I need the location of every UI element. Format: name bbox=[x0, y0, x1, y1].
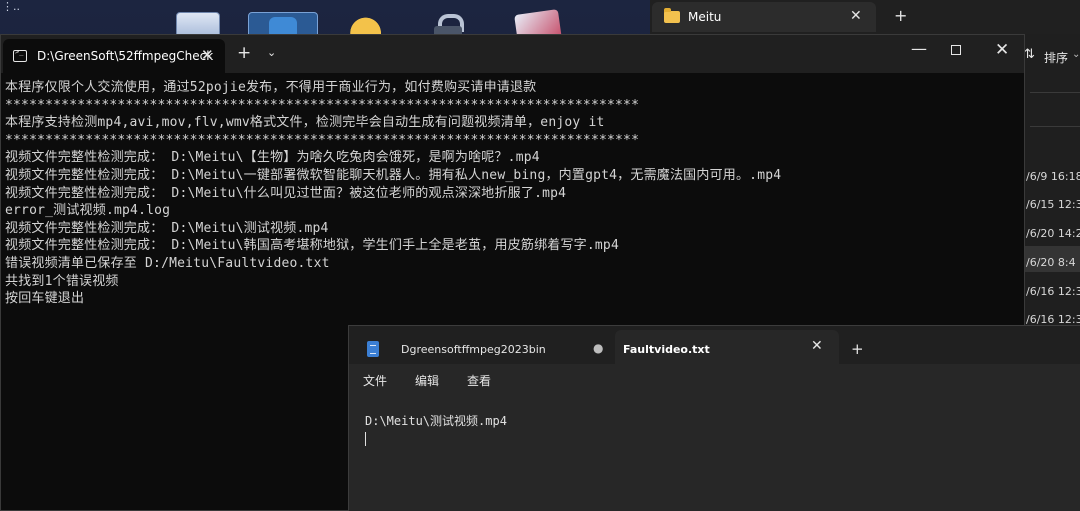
explorer-titlebar: Meitu ✕ + bbox=[650, 0, 1080, 34]
explorer-tab-close-button[interactable]: ✕ bbox=[850, 8, 862, 24]
terminal-line: 本程序支持检测mp4,avi,mov,flv,wmv格式文件，检测完毕会自动生成… bbox=[5, 115, 605, 131]
notepad-window: Dgreensoftffmpeg2023bin ● Faultvideo.txt… bbox=[348, 325, 1080, 511]
sort-chevron-down-icon[interactable]: ⌄ bbox=[1072, 49, 1080, 60]
terminal-line: 共找到1个错误视频 bbox=[5, 273, 119, 289]
explorer-tab-meitu[interactable]: Meitu ✕ bbox=[652, 2, 876, 32]
terminal-line: 本程序仅限个人交流使用，通过52pojie发布，不得用于商业行为，如付费购买请申… bbox=[5, 80, 537, 95]
terminal-line: ****************************************… bbox=[5, 132, 640, 148]
file-date: /6/20 8:4 bbox=[1026, 256, 1076, 269]
unsaved-dot-icon: ● bbox=[593, 341, 604, 355]
terminal-new-tab-button[interactable]: + bbox=[237, 43, 251, 63]
file-date: /6/20 14:2 bbox=[1026, 227, 1080, 240]
terminal-output[interactable]: 本程序仅限个人交流使用，通过52pojie发布，不得用于商业行为，如付费购买请申… bbox=[5, 79, 1023, 308]
notepad-tab-close-button[interactable]: ✕ bbox=[811, 338, 823, 354]
desktop-corner-text: ⋮.. bbox=[2, 0, 20, 13]
terminal-line: 视频文件完整性检测完成： D:\Meitu\测试视频.mp4 bbox=[5, 220, 329, 236]
file-date: /6/15 12:3 bbox=[1026, 198, 1080, 211]
explorer-new-tab-button[interactable]: + bbox=[894, 6, 907, 25]
explorer-divider bbox=[1030, 126, 1080, 127]
notepad-document-icon bbox=[367, 341, 379, 357]
sort-icon[interactable]: ⇅ bbox=[1024, 47, 1035, 62]
maximize-button[interactable] bbox=[951, 45, 961, 55]
explorer-divider bbox=[1030, 92, 1080, 93]
terminal-line: 视频文件完整性检测完成： D:\Meitu\【生物】为啥久吃兔肉会饿死，是啊为啥… bbox=[5, 150, 540, 166]
notepad-tab-faultvideo[interactable]: Faultvideo.txt ✕ bbox=[615, 330, 839, 364]
notepad-titlebar: Dgreensoftffmpeg2023bin ● Faultvideo.txt… bbox=[349, 326, 1080, 364]
terminal-tab-label: D:\GreenSoft\52ffmpegCheck bbox=[37, 49, 214, 63]
close-window-button[interactable]: ✕ bbox=[995, 40, 1009, 60]
terminal-tab[interactable]: D:\GreenSoft\52ffmpegCheck ✕ bbox=[3, 39, 225, 73]
sort-button[interactable]: 排序 bbox=[1044, 49, 1068, 66]
terminal-line: 视频文件完整性检测完成： D:\Meitu\一键部署微软智能聊天机器人。拥有私人… bbox=[5, 167, 782, 183]
notepad-tab-label: Dgreensoftffmpeg2023bin bbox=[401, 343, 546, 356]
terminal-icon bbox=[13, 48, 27, 62]
chevron-down-icon[interactable]: ⌄ bbox=[267, 46, 276, 59]
notepad-editor[interactable]: D:\Meitu\测试视频.mp4 bbox=[349, 394, 1080, 511]
file-date: /6/16 12:3 bbox=[1026, 285, 1080, 298]
terminal-tab-close-button[interactable]: ✕ bbox=[201, 46, 214, 64]
explorer-tab-label: Meitu bbox=[688, 10, 722, 24]
terminal-line: error_测试视频.mp4.log bbox=[5, 203, 171, 219]
terminal-line: ****************************************… bbox=[5, 97, 640, 113]
terminal-line: 视频文件完整性检测完成： D:\Meitu\什么叫见过世面？被这位老师的观点深深… bbox=[5, 185, 567, 201]
file-date: /6/9 16:18 bbox=[1026, 170, 1080, 183]
menu-view[interactable]: 查看 bbox=[467, 372, 491, 389]
notepad-text: D:\Meitu\测试视频.mp4 bbox=[365, 414, 507, 428]
folder-icon bbox=[664, 8, 680, 23]
notepad-tab-bin[interactable]: Dgreensoftffmpeg2023bin ● bbox=[359, 334, 613, 364]
terminal-line: 按回车键退出 bbox=[5, 291, 85, 307]
notepad-new-tab-button[interactable]: + bbox=[851, 340, 864, 358]
terminal-titlebar: D:\GreenSoft\52ffmpegCheck ✕ + ⌄ — ✕ bbox=[1, 35, 1024, 73]
notepad-tab-label: Faultvideo.txt bbox=[623, 343, 710, 356]
menu-file[interactable]: 文件 bbox=[363, 372, 387, 389]
terminal-line: 错误视频清单已保存至 D:/Meitu\Faultvideo.txt bbox=[5, 255, 330, 271]
terminal-line: 视频文件完整性检测完成： D:\Meitu\韩国高考堪称地狱，学生们手上全是老茧… bbox=[5, 238, 619, 254]
text-caret bbox=[365, 432, 366, 446]
menu-edit[interactable]: 编辑 bbox=[415, 372, 439, 389]
minimize-button[interactable]: — bbox=[911, 39, 927, 58]
